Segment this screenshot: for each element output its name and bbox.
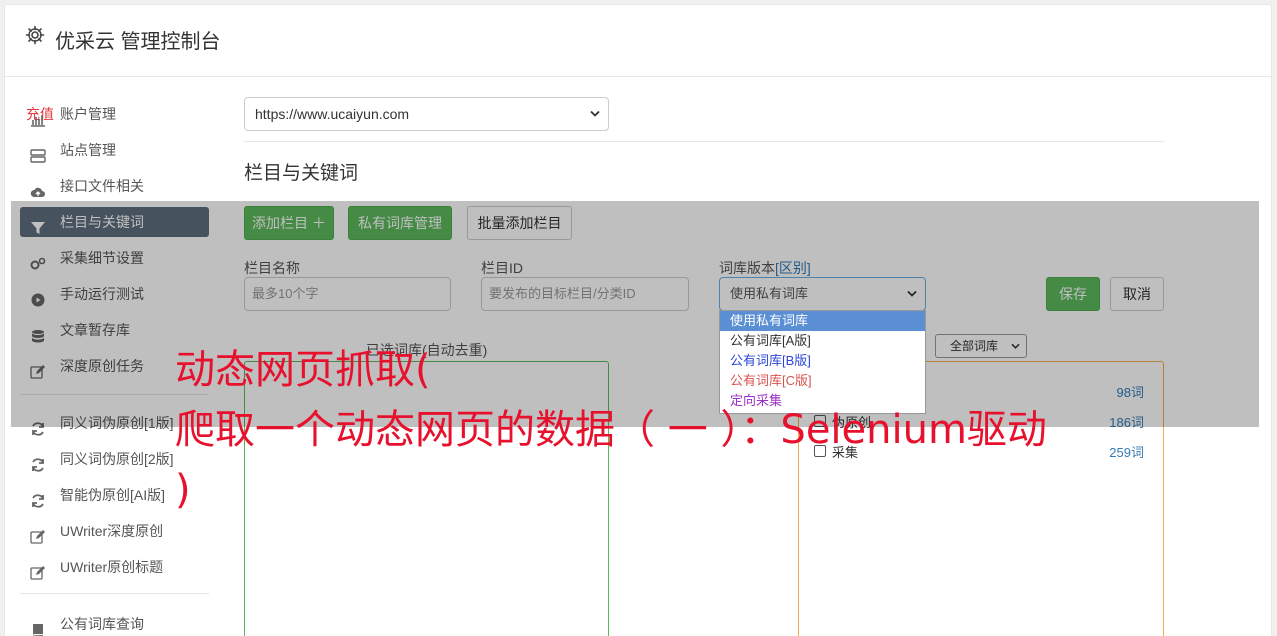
divider [244, 141, 1164, 142]
dropdown-option[interactable]: 公有词库[C版] [720, 371, 925, 391]
sidebar-item[interactable]: 公有词库查询 [20, 609, 209, 636]
sidebar-item[interactable]: 接口文件相关 [20, 171, 209, 201]
sidebar-item-label: UWriter原创标题 [60, 559, 164, 575]
bar-chart-icon [30, 107, 46, 127]
sidebar-item[interactable]: 站点管理 [20, 135, 209, 165]
sidebar-item-label: 同义词伪原创[2版] [60, 451, 174, 467]
sidebar-item[interactable]: 账户管理 充值 [20, 99, 209, 129]
library-count: 259词 [1109, 445, 1144, 460]
refresh-icon [30, 452, 46, 472]
sidebar-item-label: 智能伪原创[AI版] [60, 487, 166, 503]
sidebar-item[interactable]: UWriter原创标题 [20, 552, 209, 582]
dropdown-option[interactable]: 使用私有词库 [720, 311, 925, 331]
section-title: 栏目与关键词 [244, 163, 359, 184]
sidebar-item-label: UWriter深度原创 [60, 523, 164, 539]
edit-icon [30, 524, 46, 544]
dropdown-option[interactable]: 公有词库[A版] [720, 331, 925, 351]
gear-icon [25, 25, 45, 45]
sidebar-item-label: 接口文件相关 [60, 178, 144, 194]
sidebar-item-label: 公有词库查询 [60, 616, 144, 632]
chevron-down-icon [590, 110, 600, 117]
refresh-icon [30, 488, 46, 508]
dropdown-option[interactable]: 公有词库[B版] [720, 351, 925, 371]
sidebar-item-label: 账户管理 [60, 106, 116, 122]
sidebar-divider [20, 593, 209, 594]
site-select-value: https://www.ucaiyun.com [255, 106, 410, 122]
overlay-headline-3: ) [175, 467, 191, 513]
sidebar-item[interactable]: UWriter深度原创 [20, 516, 209, 546]
cloud-upload-icon [30, 179, 46, 197]
page-title: 优采云 管理控制台 [55, 31, 221, 53]
book-icon [30, 617, 46, 636]
version-dropdown[interactable]: 使用私有词库 公有词库[A版] 公有词库[B版] 公有词库[C版] 定向采集 [719, 310, 926, 414]
server-icon [30, 143, 46, 163]
overlay-headline-1: 动态网页抓取( [175, 347, 431, 393]
page-header: 优采云 管理控制台 [5, 5, 1271, 77]
sidebar-item-label: 站点管理 [60, 142, 116, 158]
overlay-headline-2: 爬取一个动态网页的数据（ 一 ）：Selenium驱动 [175, 407, 1047, 453]
edit-icon [30, 560, 46, 580]
site-select[interactable]: https://www.ucaiyun.com [244, 97, 609, 131]
